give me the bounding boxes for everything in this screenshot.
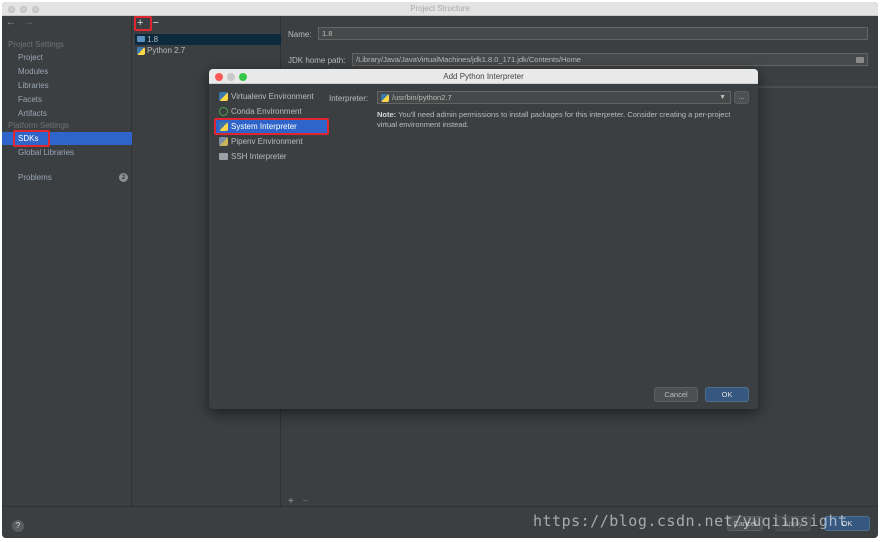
pipenv-icon (219, 137, 228, 146)
watermark: https://blog.csdn.net/yuqiinsight (533, 512, 848, 530)
type-ssh[interactable]: SSH Interpreter (215, 150, 327, 163)
remove-sdk-button[interactable]: − (153, 17, 159, 29)
name-field[interactable]: 1.8 (318, 27, 868, 40)
type-virtualenv[interactable]: Virtualenv Environment (215, 90, 327, 103)
add-python-interpreter-dialog: Add Python Interpreter Virtualenv Enviro… (209, 69, 758, 409)
dialog-ok-button[interactable]: OK (705, 387, 749, 402)
dialog-close-button[interactable] (215, 73, 223, 81)
interpreter-select[interactable]: /usr/bin/python2.7 ▼ (377, 91, 731, 104)
dialog-minimize-button[interactable] (227, 73, 235, 81)
note-text: You'll need admin permissions to install… (377, 110, 731, 129)
problems-label: Problems (18, 173, 52, 182)
sidebar-item-sdks[interactable]: SDKs (2, 132, 132, 145)
note-bold-label: Note: (377, 110, 397, 119)
python-icon (137, 47, 145, 55)
settings-sidebar: ← → Project Settings Project Modules Lib… (2, 16, 132, 506)
sdk-toolbar: + − (137, 17, 159, 29)
dialog-cancel-button[interactable]: Cancel (654, 387, 698, 402)
virtualenv-icon (219, 92, 228, 101)
sidebar-item-problems[interactable]: Problems 2 (2, 171, 132, 184)
forward-arrow-icon[interactable]: → (24, 17, 34, 28)
project-settings-header: Project Settings (8, 40, 65, 49)
type-conda-label: Conda Environment (231, 107, 302, 116)
sidebar-item-libraries[interactable]: Libraries (2, 79, 132, 92)
chevron-down-icon[interactable]: ▼ (719, 92, 726, 103)
folder-icon (137, 36, 145, 42)
sdk-item-label: Python 2.7 (147, 46, 186, 55)
platform-settings-header: Platform Settings (8, 121, 69, 130)
sidebar-item-project[interactable]: Project (2, 51, 132, 64)
type-pipenv[interactable]: Pipenv Environment (215, 135, 327, 148)
jdk-home-path-field[interactable]: /Library/Java/JavaVirtualMachines/jdk1.8… (352, 53, 868, 66)
window-title: Project Structure (410, 4, 470, 13)
title-bar: Project Structure (2, 2, 878, 16)
dialog-title: Add Python Interpreter (443, 72, 524, 81)
sdk-item-python[interactable]: Python 2.7 (135, 45, 281, 56)
name-label: Name: (288, 30, 312, 39)
jdk-home-path-label: JDK home path: (288, 56, 346, 65)
dialog-title-bar: Add Python Interpreter (209, 69, 758, 84)
back-arrow-icon[interactable]: ← (6, 17, 16, 28)
python-icon (219, 122, 228, 131)
type-pipenv-label: Pipenv Environment (231, 137, 303, 146)
conda-icon (219, 107, 228, 116)
help-button[interactable]: ? (12, 520, 24, 532)
add-sdk-button[interactable]: + (137, 17, 143, 29)
type-ssh-label: SSH Interpreter (231, 152, 287, 161)
interpreter-value: /usr/bin/python2.7 (392, 93, 452, 102)
sdk-item-jdk[interactable]: 1.8 (135, 34, 281, 45)
interpreter-label: Interpreter: (329, 94, 369, 103)
type-system-interpreter-label: System Interpreter (231, 122, 297, 131)
type-system-interpreter[interactable]: System Interpreter (215, 120, 327, 133)
sidebar-item-modules[interactable]: Modules (2, 65, 132, 78)
dialog-maximize-button[interactable] (239, 73, 247, 81)
nav-arrows: ← → (6, 17, 34, 28)
jdk-home-path-value: /Library/Java/JavaVirtualMachines/jdk1.8… (356, 55, 581, 64)
python-icon (381, 94, 389, 102)
problems-count-badge: 2 (119, 173, 128, 182)
folder-browse-icon[interactable] (856, 57, 864, 63)
type-conda[interactable]: Conda Environment (215, 105, 327, 118)
ssh-terminal-icon (219, 153, 228, 160)
sidebar-item-global-libraries[interactable]: Global Libraries (2, 146, 132, 159)
browse-interpreter-button[interactable]: ... (734, 91, 749, 104)
admin-permissions-note: Note: You'll need admin permissions to i… (377, 110, 749, 130)
type-virtualenv-label: Virtualenv Environment (231, 92, 314, 101)
sidebar-item-facets[interactable]: Facets (2, 93, 132, 106)
sdk-item-label: 1.8 (147, 35, 159, 44)
